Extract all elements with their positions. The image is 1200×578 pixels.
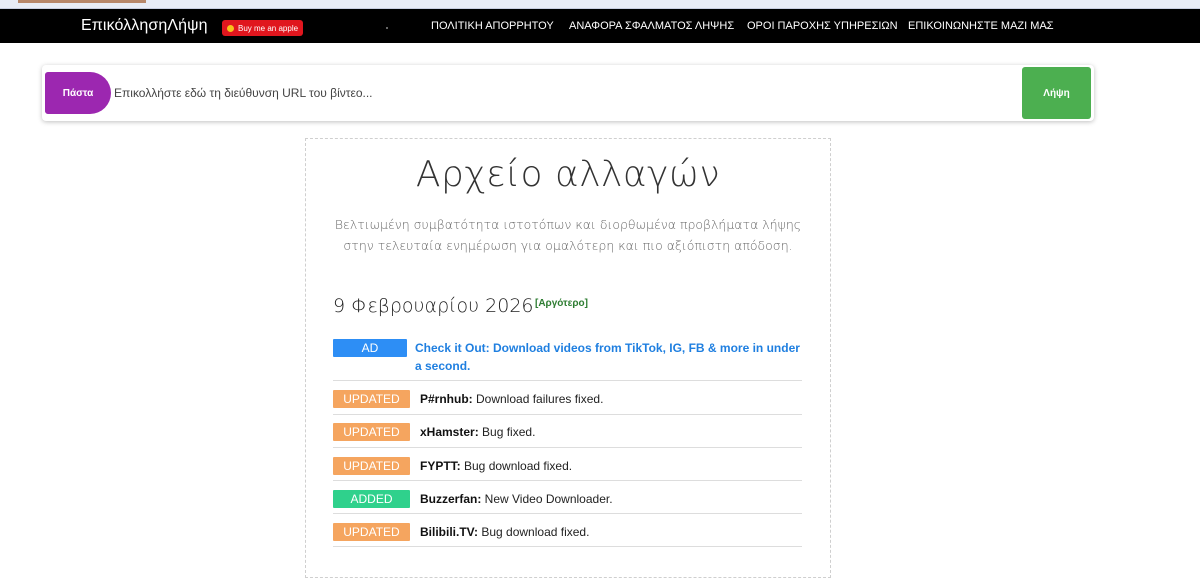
nav-privacy-policy[interactable]: ΠΟΛΙΤΙΚΗ ΑΠΟΡΡΗΤΟΥ [431, 20, 554, 32]
list-item: UPDATED FYPTT: Bug download fixed. [333, 457, 802, 481]
added-badge: ADDED [333, 490, 410, 508]
navbar: ΕπικόλλησηΛήψη Buy me an apple ΠΟΛΙΤΙΚΗ … [0, 9, 1200, 43]
paste-button[interactable]: Πάστα [45, 72, 111, 114]
download-button[interactable]: Λήψη [1022, 67, 1091, 119]
nav-report-download-error[interactable]: ΑΝΑΦΟΡΑ ΣΦΑΛΜΑΤΟΣ ΛΗΨΗΣ [569, 20, 734, 32]
ad-badge: AD [333, 339, 407, 357]
entry-site: xHamster: [420, 425, 479, 439]
entry-site: Buzzerfan: [420, 492, 482, 506]
list-item: UPDATED P#rnhub: Download failures fixed… [333, 390, 802, 415]
entry-description: Bug download fixed. [478, 525, 590, 539]
page-title: Αρχείο αλλαγών [415, 154, 721, 195]
page-subtitle: Βελτιωμένη συμβατότητα ιστοτόπων και διο… [334, 217, 802, 253]
entry-site: Bilibili.TV: [420, 525, 479, 539]
entry-text: FYPTT: Bug download fixed. [420, 457, 572, 475]
updated-badge: UPDATED [333, 390, 410, 408]
list-item: UPDATED xHamster: Bug fixed. [333, 423, 802, 448]
video-url-input[interactable] [114, 83, 994, 103]
entry-description: Download failures fixed. [472, 392, 604, 406]
list-item: ADDED Buzzerfan: New Video Downloader. [333, 490, 802, 514]
nav-terms-of-service[interactable]: ΟΡΟΙ ΠΑΡΟΧΗΣ ΥΠΗΡΕΣΙΩΝ [747, 20, 898, 32]
entry-text: P#rnhub: Download failures fixed. [420, 390, 603, 408]
entry-description: Bug download fixed. [460, 459, 573, 473]
entry-site: P#rnhub: [420, 392, 473, 406]
nav-contact-us[interactable]: ΕΠΙΚΟΙΝΩΝΗΣΤΕ ΜΑΖΙ ΜΑΣ [908, 20, 1054, 32]
list-item: UPDATED Bilibili.TV: Bug download fixed. [333, 523, 802, 547]
entry-text: Buzzerfan: New Video Downloader. [420, 490, 613, 508]
updated-badge: UPDATED [333, 423, 410, 441]
updated-badge: UPDATED [333, 523, 410, 541]
buy-me-an-apple-button[interactable]: Buy me an apple [222, 20, 304, 36]
nav-separator [386, 27, 388, 29]
ad-entry: AD Check it Out: Download videos from Ti… [333, 339, 802, 381]
browser-tab-indicator [18, 0, 146, 3]
ad-link[interactable]: Check it Out: Download videos from TikTo… [415, 339, 805, 375]
url-search-bar: Πάστα Λήψη [42, 65, 1094, 121]
changelog-date: 9 Φεβρουαρίου 2026 [333, 295, 534, 317]
browser-top-strip [0, 0, 1200, 9]
entry-description: New Video Downloader. [481, 492, 613, 506]
entry-text: Bilibili.TV: Bug download fixed. [420, 523, 589, 541]
site-logo[interactable]: ΕπικόλλησηΛήψη [81, 17, 208, 35]
entry-description: Bug fixed. [478, 425, 536, 439]
entry-site: FYPTT: [420, 459, 461, 473]
older-link[interactable]: [Αργότερο] [535, 298, 588, 309]
apple-icon [227, 24, 234, 32]
updated-badge: UPDATED [333, 457, 410, 475]
buy-me-an-apple-label: Buy me an apple [238, 23, 299, 33]
entry-text: xHamster: Bug fixed. [420, 423, 535, 441]
